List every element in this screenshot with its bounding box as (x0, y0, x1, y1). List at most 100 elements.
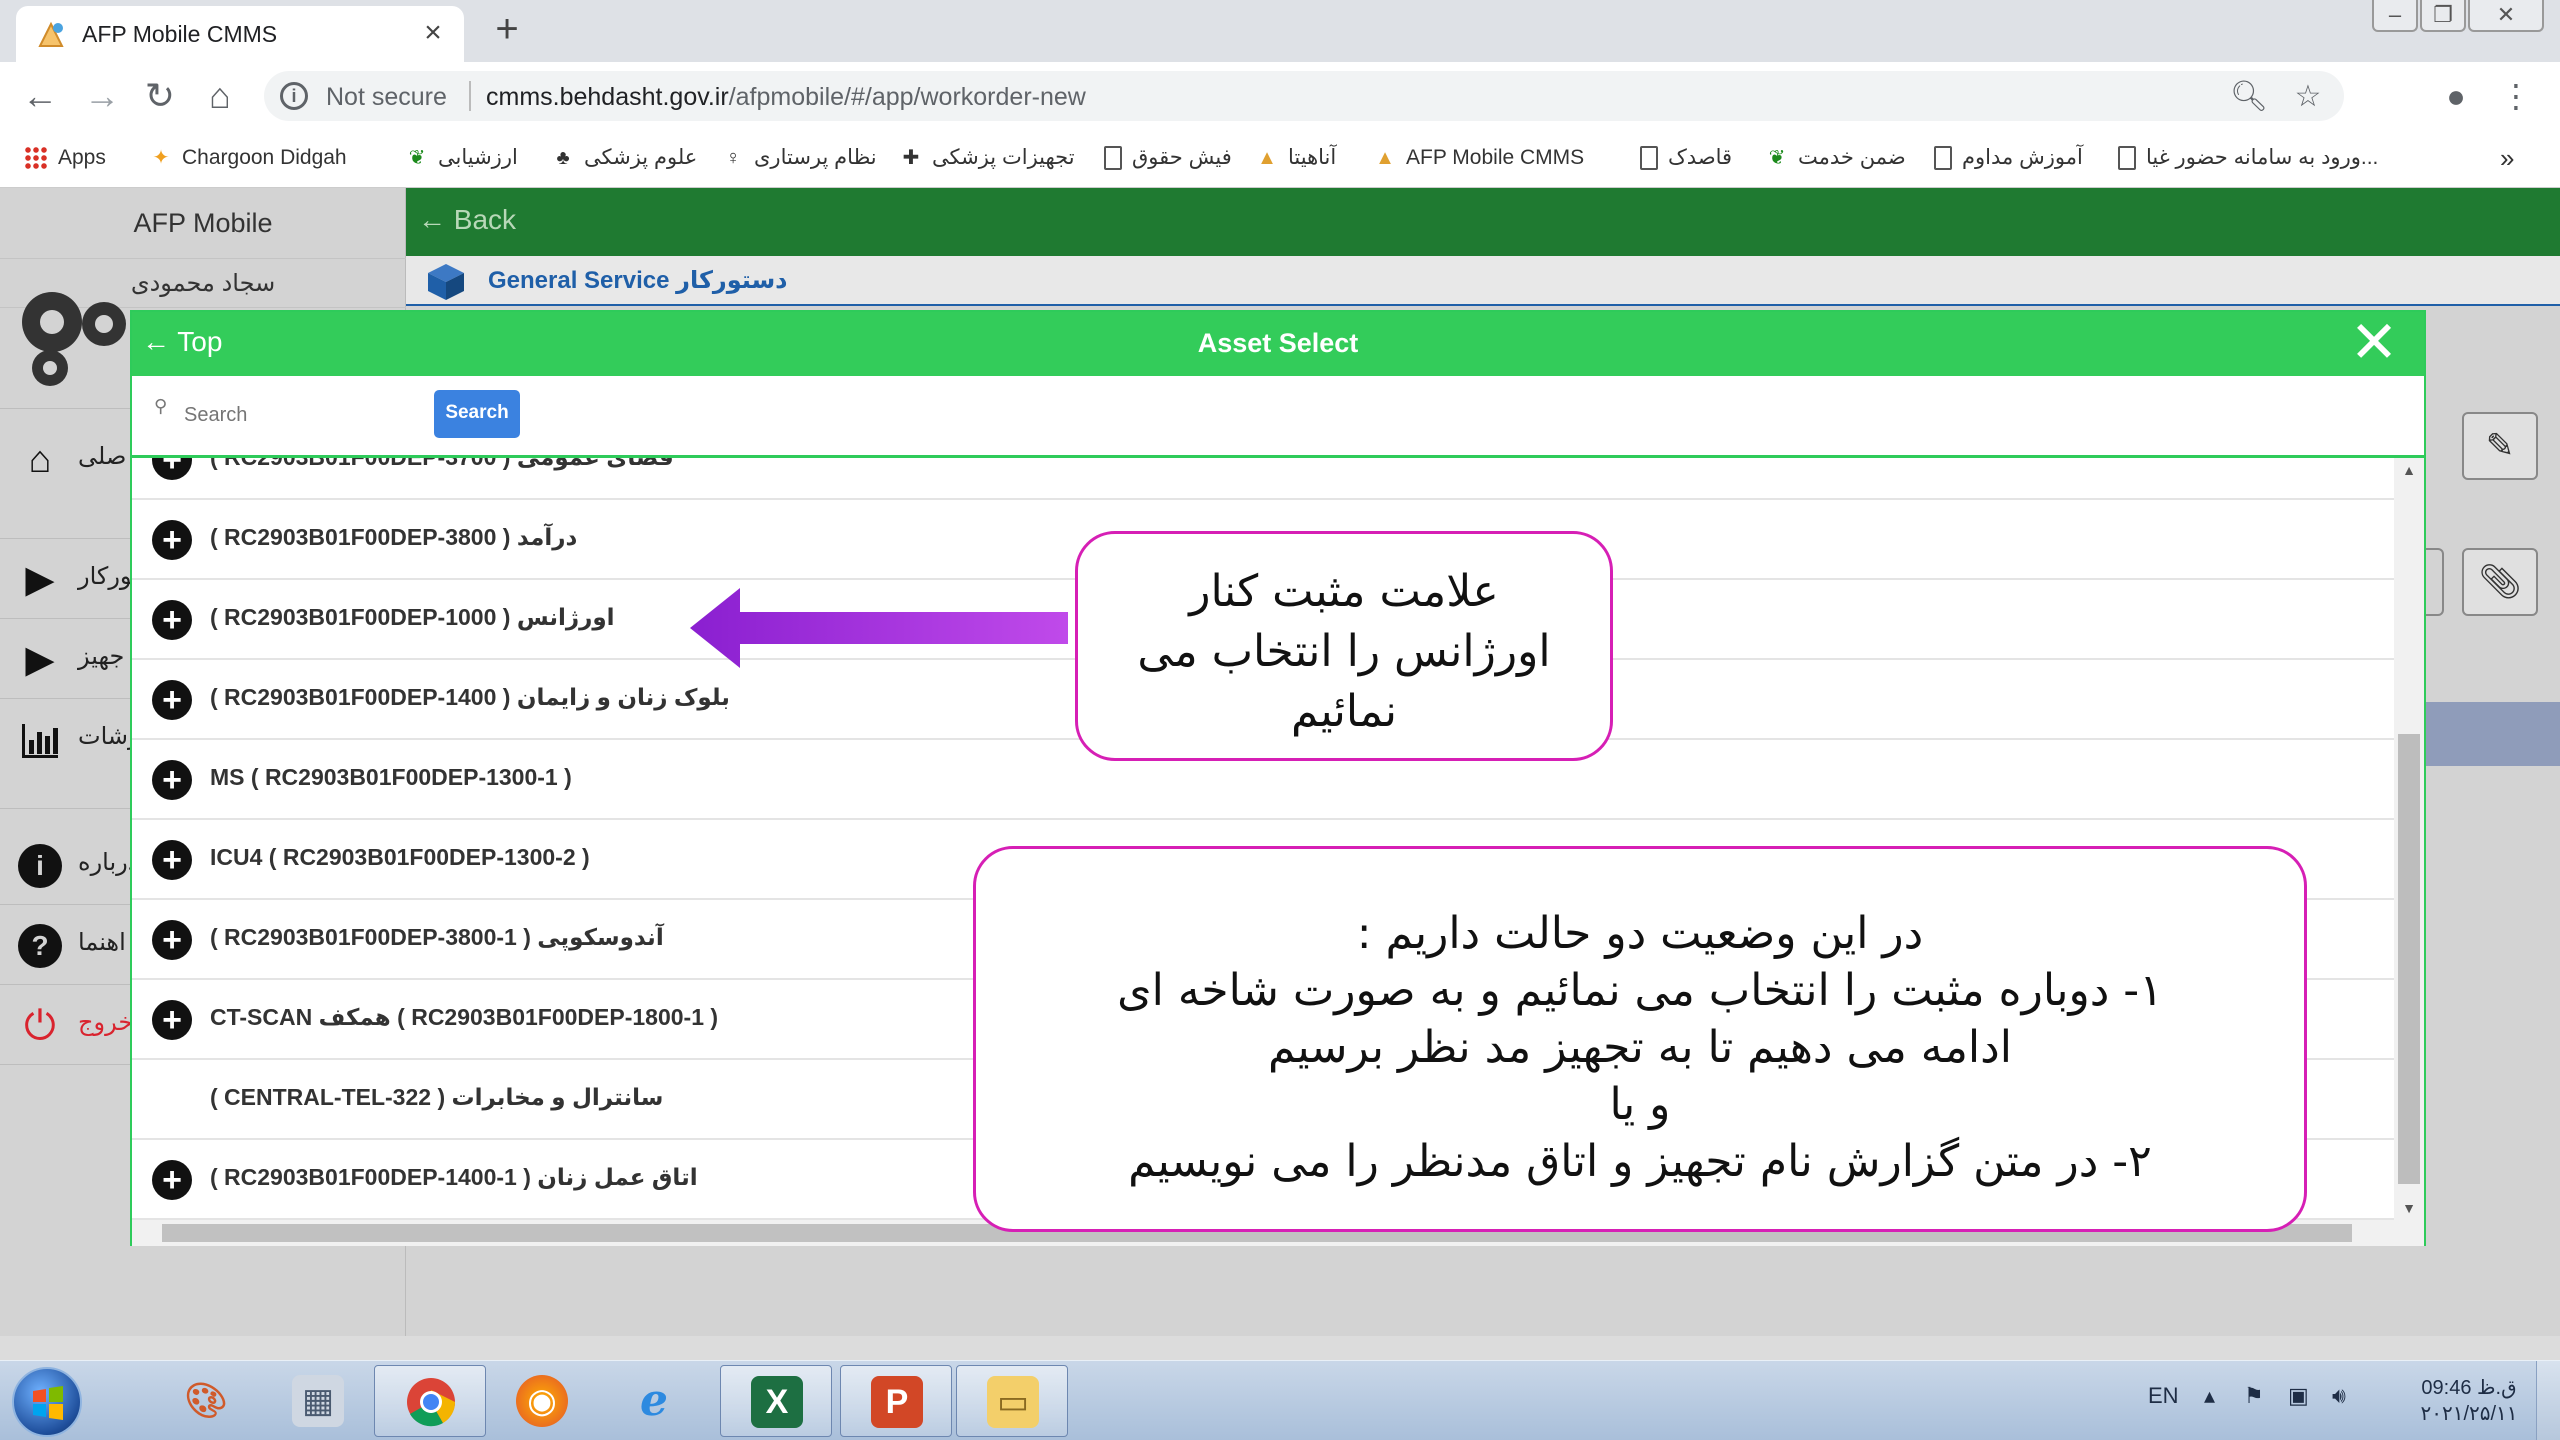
windows-logo-icon (33, 1386, 63, 1420)
close-icon[interactable]: ✕ (2346, 314, 2402, 372)
browser-tab[interactable]: AFP Mobile CMMS × (16, 6, 464, 62)
plus-circle-icon[interactable]: + (152, 680, 192, 720)
folder-icon: ▭ (987, 1376, 1039, 1428)
plus-circle-icon[interactable]: + (152, 600, 192, 640)
not-secure-label: Not secure (326, 83, 447, 111)
plus-circle-icon[interactable]: + (152, 458, 192, 480)
close-window-button[interactable]: ✕ (2468, 0, 2544, 32)
start-button[interactable] (12, 1367, 82, 1437)
bookmark-afp[interactable]: ▲ AFP Mobile CMMS (1374, 142, 1584, 174)
bookmark-olum[interactable]: ♣ علوم پزشکی (552, 142, 697, 174)
restore-button[interactable]: ❐ (2420, 0, 2466, 32)
volume-icon[interactable]: 🔊︎ (2332, 1383, 2346, 1409)
taskbar-firefox[interactable]: ◉ (486, 1365, 598, 1437)
attach-button[interactable]: 📎︎ (2462, 548, 2538, 616)
cube-icon (428, 264, 464, 300)
document-icon (2118, 146, 2136, 171)
asset-label: ( RC2903B01F00DEP-1400 ) بلوک زنان و زای… (210, 684, 730, 710)
plus-circle-icon[interactable]: + (152, 1000, 192, 1040)
menu-kebab-icon[interactable]: ⋮ (2496, 76, 2536, 116)
taskbar-ie[interactable]: ℯ (598, 1365, 710, 1437)
taskbar-powerpoint[interactable]: P (840, 1365, 952, 1437)
bookmark-chargoon[interactable]: ✦ Chargoon Didgah (150, 142, 347, 174)
bookmark-hozoor[interactable]: ورود به سامانه حضور غیا... (2118, 142, 2378, 174)
search-input[interactable] (156, 394, 436, 436)
bookmark-label: AFP Mobile CMMS (1406, 146, 1585, 169)
plus-circle-icon[interactable]: + (152, 840, 192, 880)
help-icon: ? (18, 924, 62, 968)
bookmark-apps[interactable]: Apps (24, 142, 106, 174)
back-link[interactable]: ← Back (418, 204, 516, 236)
home-icon: ⌂ (28, 439, 52, 481)
sidebar-item-help[interactable]: ? اهنما (0, 904, 140, 984)
sidebar-item-about[interactable]: i درباره (0, 824, 140, 904)
service-title: General Service دستورکار (488, 267, 788, 294)
taskbar-calculator[interactable]: ▦ (262, 1365, 374, 1437)
plus-circle-icon[interactable]: + (152, 1160, 192, 1200)
sidebar-divider (0, 1064, 140, 1065)
bookmark-tajhizat[interactable]: ✚ تجهیزات پزشکی (900, 142, 1075, 174)
back-arrow-icon[interactable]: ← (16, 72, 64, 120)
forward-arrow-icon[interactable]: → (78, 72, 126, 120)
search-button[interactable]: Search (434, 390, 520, 438)
bookmark-label: علوم پزشکی (584, 146, 698, 169)
edit-button[interactable]: ✎ (2462, 412, 2538, 480)
taskbar-explorer[interactable]: ▭ (956, 1365, 1068, 1437)
language-indicator[interactable]: EN (2148, 1383, 2179, 1409)
callout-line: در این وضعیت دو حالت داریم : (1356, 908, 1924, 959)
list-item[interactable]: + ( RC2903B01F00DEP-3700 ) فضای عمومی (132, 458, 2394, 500)
taskbar-clock[interactable]: ق.ظ 09:46 ۲۰۲۱/۲۵/۱۱ (2404, 1375, 2534, 1427)
afp-icon: ▲ (1375, 147, 1395, 170)
taskbar-paint[interactable]: 🎨︎ (150, 1365, 262, 1437)
scroll-down-arrow-icon[interactable]: ▼ (2394, 1198, 2424, 1218)
plus-circle-icon[interactable]: + (152, 520, 192, 560)
bookmark-arzeshyabi[interactable]: ❦ ارزشیابی (406, 142, 518, 174)
bookmark-anahita[interactable]: ▲ آناهیتا (1256, 142, 1336, 174)
chrome-icon (407, 1378, 456, 1427)
excel-icon: X (751, 1376, 803, 1428)
asset-label: ( RC2903B01F00DEP-3800-1 ) آندوسکوپی (210, 924, 664, 950)
plus-circle-icon[interactable]: + (152, 760, 192, 800)
bookmark-fish[interactable]: فیش حقوق (1104, 142, 1232, 174)
sidebar-item-logout[interactable]: ⏻ خروج (0, 984, 140, 1064)
bookmark-star-icon[interactable]: ☆ (2290, 79, 2326, 115)
bookmark-nezam[interactable]: ♀ نظام پرستاری (722, 142, 877, 174)
sidebar-item-equipment[interactable]: ▶ جهیز (0, 618, 140, 698)
home-icon[interactable]: ⌂ (196, 72, 244, 120)
bookmarks-overflow[interactable]: » (2500, 142, 2514, 174)
info-icon[interactable]: i (280, 82, 308, 110)
taskbar-chrome[interactable] (374, 1365, 486, 1437)
minimize-icon: – (2388, 2, 2402, 27)
profile-icon[interactable]: ● (2436, 76, 2476, 116)
bookmark-zemn[interactable]: ❦ ضمن خدمت (1766, 142, 1906, 174)
bookmark-amoozesh[interactable]: آموزش مداوم (1934, 142, 2083, 174)
caret-right-icon: ▶ (25, 639, 55, 681)
minimize-button[interactable]: – (2372, 0, 2418, 32)
firefox-icon: ◉ (516, 1375, 568, 1427)
address-bar[interactable]: i Not secure cmms.behdasht.gov.ir/afpmob… (264, 71, 2344, 121)
zoom-icon[interactable]: 🔍︎ (2230, 79, 2268, 115)
bookmark-label: آموزش مداوم (1962, 146, 2083, 169)
asset-label: ( RC2903B01F00DEP-1400-1 ) اتاق عمل زنان (210, 1164, 698, 1190)
scroll-thumb[interactable] (2398, 734, 2420, 1184)
sidebar-item-reports[interactable]: زارشات (0, 698, 158, 778)
bookmark-ghasedak[interactable]: قاصدک (1640, 142, 1732, 174)
vertical-scrollbar[interactable]: ▲ ▼ (2394, 458, 2424, 1220)
tab-close-icon[interactable]: × (416, 16, 450, 50)
leaf-icon: ❦ (408, 147, 426, 170)
restore-icon: ❐ (2433, 2, 2453, 27)
nursing-icon: ♀ (725, 147, 741, 170)
sidebar-item-home[interactable]: ⌂ صلی (0, 418, 140, 498)
url-text[interactable]: cmms.behdasht.gov.ir/afpmobile/#/app/wor… (486, 83, 1086, 112)
plus-circle-icon[interactable]: + (152, 920, 192, 960)
show-desktop-button[interactable] (2536, 1361, 2560, 1440)
gears-logo-icon (22, 292, 126, 386)
reload-icon[interactable]: ↻ (136, 72, 184, 120)
tray-expand-icon[interactable]: ▴ (2204, 1383, 2215, 1409)
taskbar-excel[interactable]: X (720, 1365, 832, 1437)
action-center-flag-icon[interactable]: ⚑ (2244, 1383, 2264, 1409)
sidebar-item-workorder[interactable]: ▶ ستورکار (0, 538, 159, 618)
new-tab-button[interactable]: + (487, 9, 527, 50)
scroll-up-arrow-icon[interactable]: ▲ (2394, 460, 2424, 480)
network-icon[interactable]: ▣ (2288, 1383, 2309, 1409)
